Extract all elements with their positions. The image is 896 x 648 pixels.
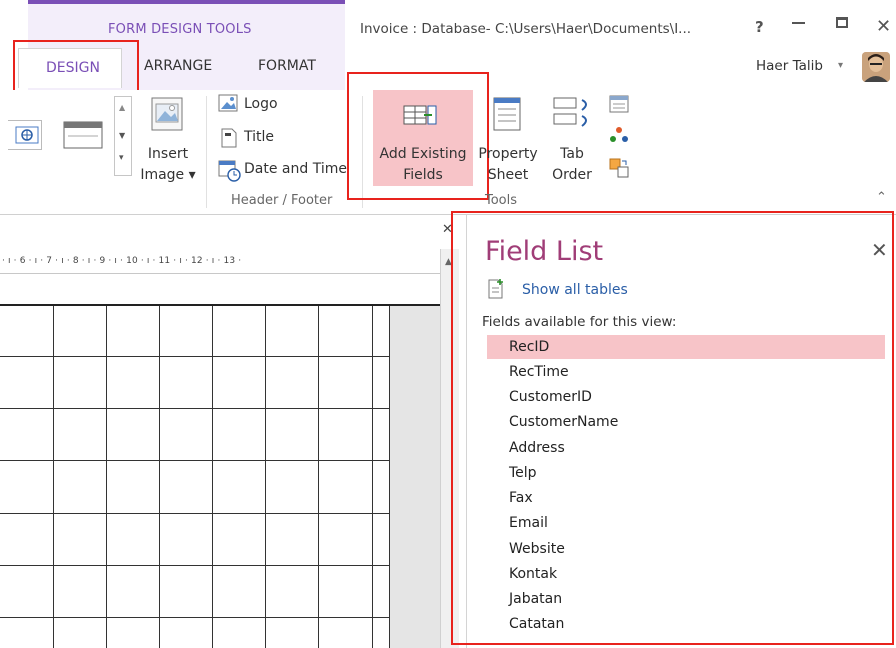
grid-line	[106, 306, 107, 648]
add-existing-fields-highlight	[347, 72, 489, 200]
tools-group-label: Tools	[485, 193, 518, 208]
tab-control-icon[interactable]	[62, 118, 104, 152]
control-gallery[interactable]	[8, 120, 42, 150]
design-grid[interactable]	[0, 306, 390, 648]
gallery-scroll[interactable]: ▲ ▼ ▾	[114, 96, 132, 176]
help-button[interactable]: ?	[755, 18, 764, 36]
logo-icon[interactable]	[218, 94, 240, 114]
view-code-icon[interactable]	[608, 94, 630, 114]
grid-line	[53, 306, 54, 648]
ribbon-separator	[206, 96, 207, 208]
grid-line	[0, 565, 390, 566]
grid-line	[318, 306, 319, 648]
grid-line	[0, 460, 390, 461]
tab-order-icon[interactable]	[552, 94, 592, 134]
horizontal-ruler: · ı · 6 · ı · 7 · ı · 8 · ı · 9 · ı · 10…	[0, 249, 440, 274]
maximize-icon[interactable]	[836, 17, 848, 28]
minimize-icon[interactable]	[792, 22, 805, 24]
insert-image-label-1[interactable]: Insert	[140, 144, 196, 165]
grid-line	[0, 617, 390, 618]
logo-label[interactable]: Logo	[244, 96, 278, 112]
date-time-icon[interactable]	[218, 159, 242, 183]
grid-line	[0, 513, 390, 514]
user-name[interactable]: Haer Talib	[756, 58, 823, 74]
grid-line	[159, 306, 160, 648]
user-menu-chevron-icon[interactable]: ▾	[838, 60, 843, 71]
insert-image-icon[interactable]	[150, 96, 184, 132]
tab-order-label-2[interactable]: Order	[548, 165, 596, 186]
form-design-tools-label: FORM DESIGN TOOLS	[108, 22, 252, 37]
subform-icon[interactable]	[608, 125, 630, 145]
tab-format[interactable]: FORMAT	[258, 58, 316, 74]
designer-background	[390, 306, 440, 648]
insert-image-label-2[interactable]: Image ▾	[133, 165, 203, 186]
grid-line	[265, 306, 266, 648]
property-sheet-label-1[interactable]: Property	[476, 144, 540, 165]
ruler-ticks: · ı · 6 · ı · 7 · ı · 8 · ı · 9 · ı · 10…	[2, 256, 242, 266]
collapse-ribbon-chevron-icon[interactable]: ⌃	[876, 190, 887, 205]
window-title: Invoice : Database- C:\Users\Haer\Docume…	[360, 21, 692, 37]
convert-macros-icon[interactable]	[608, 157, 630, 179]
tab-order-label-1[interactable]: Tab	[548, 144, 596, 165]
close-window-icon[interactable]: ✕	[876, 16, 891, 37]
grid-line	[212, 306, 213, 648]
date-time-label[interactable]: Date and Time	[244, 161, 347, 177]
property-sheet-icon[interactable]	[492, 96, 522, 132]
property-sheet-label-2[interactable]: Sheet	[476, 165, 540, 186]
grid-line	[0, 356, 390, 357]
title-label[interactable]: Title	[244, 129, 274, 145]
title-icon[interactable]	[219, 127, 239, 149]
grid-line	[0, 408, 390, 409]
contextual-tab-accent	[28, 0, 345, 4]
field-list-highlight	[451, 211, 894, 645]
avatar[interactable]	[862, 52, 890, 82]
grid-line	[372, 306, 373, 648]
tab-arrange[interactable]: ARRANGE	[144, 58, 212, 74]
header-footer-group-label: Header / Footer	[231, 193, 333, 208]
